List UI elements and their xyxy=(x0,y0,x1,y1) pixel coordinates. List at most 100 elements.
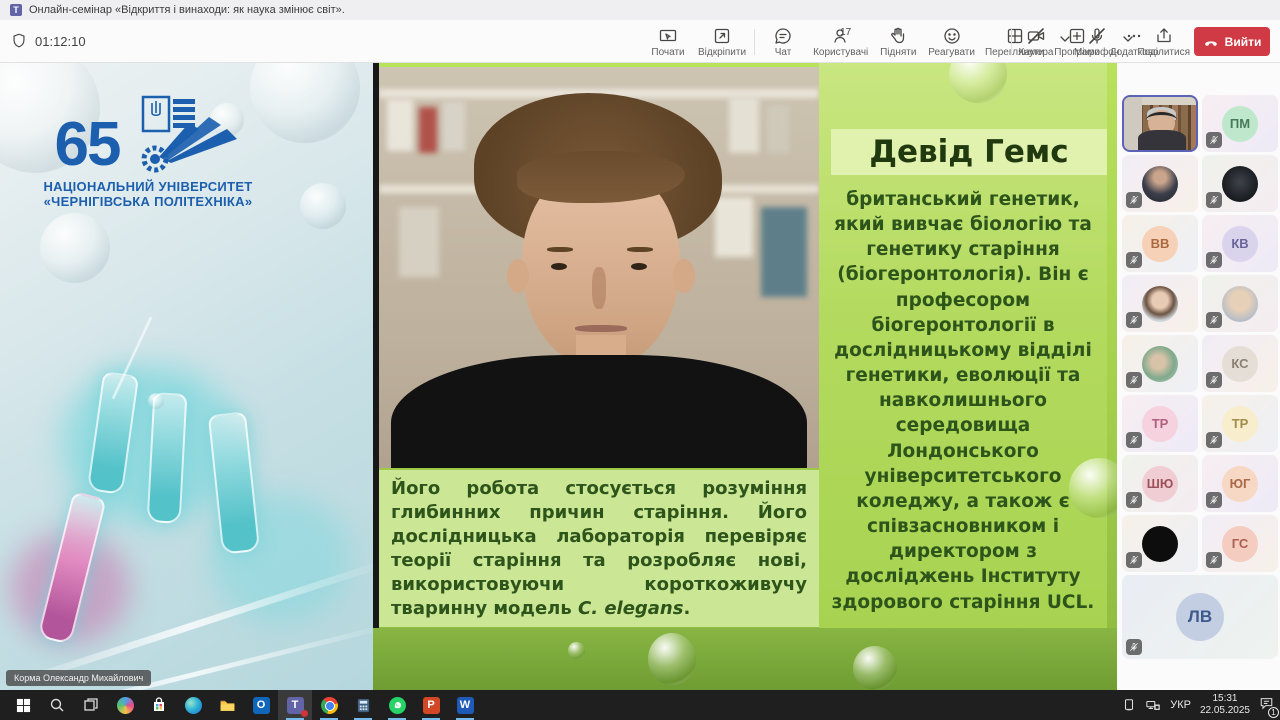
powerpoint-icon[interactable]: P xyxy=(414,690,448,720)
chat-icon xyxy=(773,26,793,46)
mic-muted-badge xyxy=(1206,252,1222,268)
participant-tile[interactable] xyxy=(1202,275,1278,332)
participant-tile[interactable]: ПМ xyxy=(1202,95,1278,152)
share-screen-icon xyxy=(1154,26,1174,46)
participant-tile[interactable]: ВВ xyxy=(1122,215,1198,272)
mic-muted-badge xyxy=(1126,552,1142,568)
camera-button[interactable]: Камера xyxy=(1014,23,1058,61)
slide-title: Девід Гемс xyxy=(869,134,1068,170)
photo-brow xyxy=(547,247,573,252)
avatar: ЮГ xyxy=(1222,466,1258,502)
windows-taskbar: O T P W УКР 15:31 22.05.2025 1 xyxy=(0,690,1280,720)
widgets-icon[interactable] xyxy=(108,690,142,720)
unpin-button[interactable]: Відкріпити xyxy=(696,23,748,61)
participant-tile[interactable] xyxy=(1122,335,1198,392)
university-name-line1: НАЦІОНАЛЬНИЙ УНІВЕРСИТЕТ xyxy=(18,179,278,194)
participant-tile[interactable] xyxy=(1202,155,1278,212)
participant-tile[interactable]: ТР xyxy=(1122,395,1198,452)
leave-button[interactable]: Вийти xyxy=(1194,27,1270,56)
camera-options-chevron[interactable] xyxy=(1060,29,1070,49)
participant-tile[interactable] xyxy=(1122,155,1198,212)
teams-meeting-window: T Онлайн-семінар «Відкриття і винаходи: … xyxy=(0,0,1280,720)
university-emblem-icon xyxy=(121,95,241,173)
search-icon[interactable] xyxy=(40,690,74,720)
photo-ear xyxy=(673,259,695,293)
photo-sweater xyxy=(391,355,807,468)
window-title: Онлайн-семінар «Відкриття і винаходи: як… xyxy=(29,4,345,16)
avatar-photo xyxy=(1142,286,1178,322)
microsoft-store-icon[interactable] xyxy=(142,690,176,720)
participants-count-badge: 17 xyxy=(840,27,851,38)
microphone-button[interactable]: Мікрофон xyxy=(1072,23,1121,61)
participants-panel: ПМ ВВ КВ xyxy=(1117,63,1280,690)
avatar-photo xyxy=(1142,166,1178,202)
participant-tile-active-speaker[interactable] xyxy=(1122,95,1198,152)
mic-muted-badge xyxy=(1206,372,1222,388)
participant-tile[interactable]: ТР xyxy=(1202,395,1278,452)
participant-tile[interactable]: ЛВ xyxy=(1122,575,1278,659)
participant-tile[interactable]: КС xyxy=(1202,335,1278,392)
participant-tile[interactable]: ЮГ xyxy=(1202,455,1278,512)
avatar: ПМ xyxy=(1222,106,1258,142)
mic-muted-badge xyxy=(1126,312,1142,328)
whatsapp-icon[interactable] xyxy=(380,690,414,720)
photo-eye xyxy=(551,263,567,270)
photo-nose xyxy=(592,267,606,309)
mic-muted-badge xyxy=(1206,492,1222,508)
network-icon[interactable] xyxy=(1145,698,1161,712)
photo-eye xyxy=(631,263,647,270)
participant-tile[interactable] xyxy=(1122,515,1198,572)
action-center-icon[interactable]: 1 xyxy=(1259,696,1274,715)
toolbar-device-group: Камера Мікрофон Поділитися xyxy=(1011,23,1192,61)
mic-muted-badge xyxy=(1126,252,1142,268)
teams-app-icon: T xyxy=(10,4,22,16)
microphone-options-chevron[interactable] xyxy=(1123,29,1133,49)
participants-button[interactable]: 17 Користувачі xyxy=(811,23,870,61)
speaker-body xyxy=(1138,130,1186,150)
calculator-icon[interactable] xyxy=(346,690,380,720)
clock[interactable]: 15:31 22.05.2025 xyxy=(1200,693,1250,718)
file-explorer-icon[interactable] xyxy=(210,690,244,720)
meeting-timer-value: 01:12:10 xyxy=(35,34,86,49)
word-icon[interactable]: W xyxy=(448,690,482,720)
mic-muted-badge xyxy=(1126,492,1142,508)
teams-icon[interactable]: T xyxy=(278,690,312,720)
shield-icon xyxy=(10,32,28,50)
slide-caption-text: Його робота стосується розуміння глибинн… xyxy=(391,477,807,621)
display-icon[interactable] xyxy=(1122,698,1136,712)
slide-bottom-strip xyxy=(373,628,1117,690)
start-share-button[interactable]: Почати xyxy=(646,23,690,61)
avatar: ШЮ xyxy=(1142,466,1178,502)
start-button[interactable] xyxy=(6,690,40,720)
participant-tile[interactable]: КВ xyxy=(1202,215,1278,272)
react-smiley-icon xyxy=(942,26,962,46)
photo-ear xyxy=(507,259,529,293)
language-indicator[interactable]: УКР xyxy=(1170,699,1191,711)
avatar: КС xyxy=(1222,346,1258,382)
raise-hand-button[interactable]: Підняти xyxy=(876,23,920,61)
task-view-icon[interactable] xyxy=(74,690,108,720)
shared-screen-slide: Його робота стосується розуміння глибинн… xyxy=(373,63,1117,690)
avatar: ТР xyxy=(1222,406,1258,442)
taskbar-apps: O T P W xyxy=(6,690,482,720)
avatar-photo xyxy=(1222,286,1258,322)
slide-bio-text: британський генетик, який вивчає біологі… xyxy=(829,187,1097,615)
participant-tile[interactable] xyxy=(1122,275,1198,332)
participant-tile[interactable]: ШЮ xyxy=(1122,455,1198,512)
window-titlebar: T Онлайн-семінар «Відкриття і винаходи: … xyxy=(0,0,1280,20)
outlook-icon[interactable]: O xyxy=(244,690,278,720)
chat-button[interactable]: Чат xyxy=(761,23,805,61)
slide-title-strip: Девід Гемс xyxy=(831,129,1107,175)
participant-tile[interactable]: ГС xyxy=(1202,515,1278,572)
university-logo: 65 НАЦІОНАЛЬНИЙ УНІВЕРСИТЕТ «ЧЕРНІГІВСЬК… xyxy=(18,95,278,209)
chrome-icon[interactable] xyxy=(312,690,346,720)
share-button[interactable]: Поділитися xyxy=(1135,23,1192,61)
mic-muted-badge xyxy=(1126,372,1142,388)
notification-count: 1 xyxy=(1268,707,1279,718)
tray-date: 22.05.2025 xyxy=(1200,705,1250,718)
anniversary-number: 65 xyxy=(55,117,120,173)
edge-icon[interactable] xyxy=(176,690,210,720)
avatar: КВ xyxy=(1222,226,1258,262)
react-button[interactable]: Реагувати xyxy=(926,23,977,61)
hangup-phone-icon xyxy=(1203,34,1219,50)
